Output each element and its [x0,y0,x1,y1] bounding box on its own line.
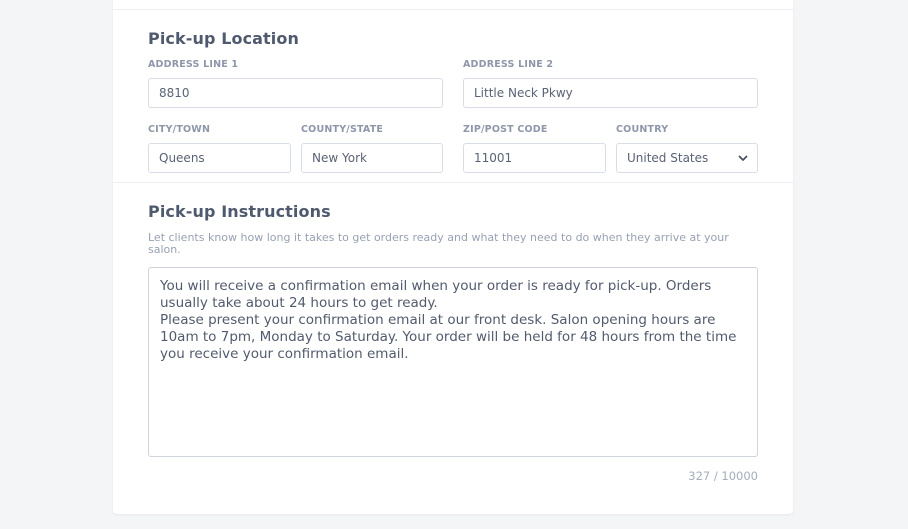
county-input[interactable]: New York [301,143,443,173]
instructions-line-2: Please present your confirmation email a… [160,312,737,362]
instructions-line-1: You will receive a confirmation email wh… [160,278,712,311]
pickup-instructions-title: Pick-up Instructions [148,202,331,221]
country-label: COUNTRY [616,124,669,135]
city-label: CITY/TOWN [148,124,211,135]
country-value: United States [627,151,709,165]
address-line-2-input[interactable]: Little Neck Pkwy [463,78,758,108]
character-counter: 327 / 10000 [688,469,758,483]
address-line-1-input[interactable]: 8810 [148,78,443,108]
country-select[interactable]: United States [616,143,758,173]
pickup-location-title: Pick-up Location [148,29,299,48]
city-input[interactable]: Queens [148,143,291,173]
top-divider [113,9,793,10]
pickup-instructions-help: Let clients know how long it takes to ge… [148,231,729,256]
county-label: COUNTY/STATE [301,124,384,135]
chevron-down-icon [738,155,748,161]
zip-label: ZIP/POST CODE [463,124,548,135]
address-line-1-label: ADDRESS LINE 1 [148,59,239,70]
address-line-2-label: ADDRESS LINE 2 [463,59,554,70]
settings-card: Pick-up Location ADDRESS LINE 1 8810 ADD… [113,0,793,514]
section-divider [113,182,793,183]
pickup-instructions-textarea[interactable]: You will receive a confirmation email wh… [148,267,758,457]
zip-input[interactable]: 11001 [463,143,606,173]
